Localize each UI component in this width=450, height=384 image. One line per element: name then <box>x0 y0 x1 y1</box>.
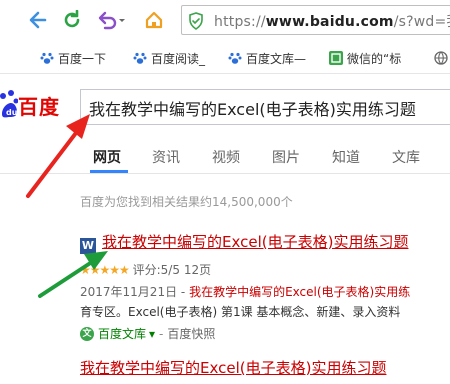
annotation-arrows <box>26 114 108 298</box>
green-arrow <box>38 251 108 298</box>
red-arrow <box>26 114 90 198</box>
